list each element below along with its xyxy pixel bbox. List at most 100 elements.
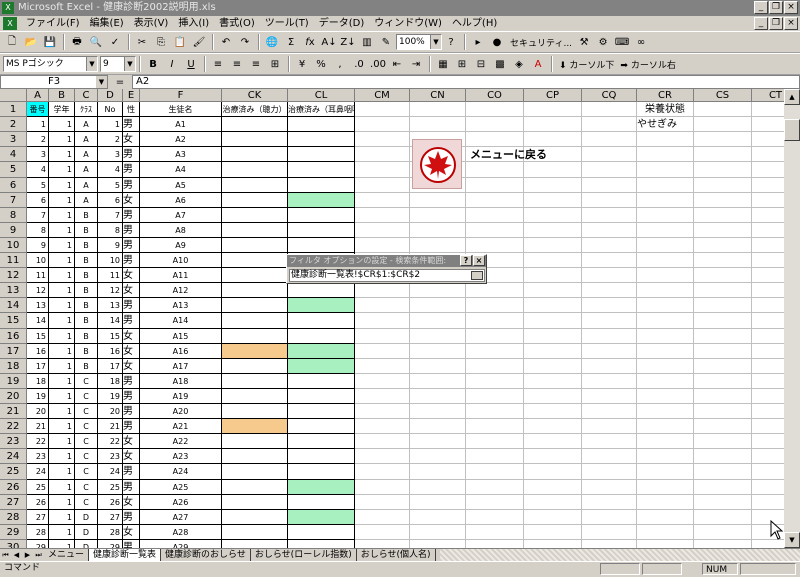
save-icon[interactable]: 💾 [41, 33, 59, 51]
cell-CS21[interactable] [694, 404, 752, 419]
cell-CK16[interactable] [222, 329, 288, 344]
cell-CO5[interactable] [466, 162, 524, 178]
cell-CN22[interactable] [410, 419, 466, 434]
cell-CS20[interactable] [694, 389, 752, 404]
cell-CR13[interactable] [637, 283, 694, 298]
cell-CL4[interactable] [288, 147, 355, 162]
align-center-icon[interactable]: ≡ [228, 55, 246, 73]
cell-CS30[interactable] [694, 540, 752, 548]
cell-CQ11[interactable] [582, 253, 637, 268]
cell-CM21[interactable] [355, 404, 410, 419]
cell-CN30[interactable] [410, 540, 466, 548]
cell-CQ16[interactable] [582, 329, 637, 344]
cell-B1[interactable]: 学年 [49, 102, 75, 117]
cell-CS24[interactable] [694, 449, 752, 464]
cell-CP10[interactable] [524, 238, 582, 253]
cell-CO20[interactable] [466, 389, 524, 404]
cell-CS2[interactable] [694, 117, 752, 132]
grid-thick-icon[interactable]: ▩ [491, 55, 509, 73]
cell-C15[interactable]: B [75, 313, 98, 329]
cell-CS1[interactable] [694, 102, 752, 117]
cell-A24[interactable]: 23 [27, 449, 49, 464]
cell-C11[interactable]: B [75, 253, 98, 268]
underline-icon[interactable]: U [182, 55, 200, 73]
cell-E11[interactable]: 男 [123, 253, 140, 268]
first-sheet-icon[interactable]: ⏮ [0, 551, 11, 560]
cell-D12[interactable]: 11 [98, 268, 123, 283]
cell-E25[interactable]: 男 [123, 464, 140, 480]
cell-CS18[interactable] [694, 359, 752, 374]
cell-D25[interactable]: 24 [98, 464, 123, 480]
cell-CK25[interactable] [222, 464, 288, 480]
cell-C7[interactable]: A [75, 193, 98, 208]
font-size-combo[interactable]: 9 ▼ [100, 56, 136, 72]
last-sheet-icon[interactable]: ⏭ [33, 551, 44, 560]
cell-E15[interactable]: 男 [123, 313, 140, 329]
cell-B5[interactable]: 1 [49, 162, 75, 178]
cell-CL25[interactable] [288, 464, 355, 480]
cell-D16[interactable]: 15 [98, 329, 123, 344]
cell-C26[interactable]: C [75, 480, 98, 495]
cell-CO25[interactable] [466, 464, 524, 480]
cell-CL29[interactable] [288, 525, 355, 540]
row-header-12[interactable]: 12 [0, 268, 27, 283]
cell-CR27[interactable] [637, 495, 694, 510]
cell-F19[interactable]: A18 [140, 374, 222, 389]
row-header-1[interactable]: 1 [0, 102, 27, 117]
borders-icon[interactable]: ▦ [434, 55, 452, 73]
cell-B10[interactable]: 1 [49, 238, 75, 253]
cell-D4[interactable]: 3 [98, 147, 123, 162]
cell-CO13[interactable] [466, 283, 524, 298]
cell-CM23[interactable] [355, 434, 410, 449]
cell-CM4[interactable] [355, 147, 410, 162]
cell-CO24[interactable] [466, 449, 524, 464]
chart-wizard-icon[interactable]: ▥ [358, 33, 376, 51]
cell-CP13[interactable] [524, 283, 582, 298]
cell-F17[interactable]: A16 [140, 344, 222, 359]
cell-CL14[interactable] [288, 298, 355, 313]
row-header-13[interactable]: 13 [0, 283, 27, 298]
cell-CO26[interactable] [466, 480, 524, 495]
cell-CO15[interactable] [466, 313, 524, 329]
cell-C5[interactable]: A [75, 162, 98, 178]
cell-CQ7[interactable] [582, 193, 637, 208]
cell-CQ29[interactable] [582, 525, 637, 540]
cell-C19[interactable]: C [75, 374, 98, 389]
design-mode-icon[interactable]: ⌨ [613, 33, 631, 51]
cell-CQ21[interactable] [582, 404, 637, 419]
spreadsheet-grid[interactable]: A B C D E F CK CL CM CN CO CP CQ CR CS CT 1 番号 学年 ｸﾗｽ No 性生徒名… [0, 89, 800, 548]
cell-CR12[interactable] [637, 268, 694, 283]
cell-A2[interactable]: 1 [27, 117, 49, 132]
cell-E7[interactable]: 女 [123, 193, 140, 208]
cell-D14[interactable]: 13 [98, 298, 123, 313]
sort-asc-icon[interactable]: A↓ [320, 33, 338, 51]
cell-CS15[interactable] [694, 313, 752, 329]
cell-CL5[interactable] [288, 162, 355, 178]
cell-CN13[interactable] [410, 283, 466, 298]
column-header-CN[interactable]: CN [410, 89, 466, 102]
cell-CS6[interactable] [694, 178, 752, 193]
doc-restore-button[interactable]: ❐ [769, 17, 783, 30]
cell-A25[interactable]: 24 [27, 464, 49, 480]
cell-CS12[interactable] [694, 268, 752, 283]
cell-A5[interactable]: 4 [27, 162, 49, 178]
row-header-19[interactable]: 19 [0, 374, 27, 389]
increase-indent-icon[interactable]: ⇥ [407, 55, 425, 73]
cell-CS17[interactable] [694, 344, 752, 359]
menu-help[interactable]: ヘルプ(H) [447, 16, 502, 31]
chevron-down-icon[interactable]: ▼ [86, 57, 97, 71]
range-picker-icon[interactable] [471, 271, 483, 280]
spellcheck-icon[interactable]: ✓ [106, 33, 124, 51]
vertical-scrollbar[interactable]: ▲ ▼ [784, 89, 800, 548]
cell-CM17[interactable] [355, 344, 410, 359]
cell-CN21[interactable] [410, 404, 466, 419]
cell-CR6[interactable] [637, 178, 694, 193]
cell-E20[interactable]: 男 [123, 389, 140, 404]
cell-CR9[interactable] [637, 223, 694, 238]
cell-CS26[interactable] [694, 480, 752, 495]
cell-CQ10[interactable] [582, 238, 637, 253]
row-header-23[interactable]: 23 [0, 434, 27, 449]
cell-CN15[interactable] [410, 313, 466, 329]
filter-dialog-title[interactable]: フィルタ オプションの設定 - 検索条件範囲: ? × [287, 255, 486, 267]
cell-CP25[interactable] [524, 464, 582, 480]
